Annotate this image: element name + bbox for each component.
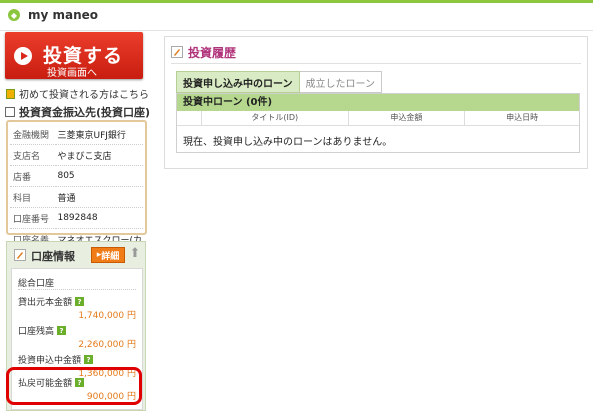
help-icon[interactable]: ?	[75, 297, 85, 306]
play-icon	[14, 47, 32, 65]
help-icon[interactable]: ?	[84, 355, 94, 364]
pencil-icon	[14, 249, 26, 261]
divider	[18, 289, 136, 290]
highlight-annotation	[6, 367, 142, 405]
account-item-text: 口座残高	[18, 327, 55, 337]
top-bar: ◆ my maneo	[0, 0, 593, 31]
square-icon	[5, 107, 15, 117]
history-tabs: 投資申し込み中のローン 成立したローン	[176, 71, 382, 93]
first-time-link[interactable]: 初めて投資される方はこちら	[6, 86, 149, 101]
account-item-label: 貸出元本金額?	[18, 295, 85, 308]
account-item-amount: 1,740,000 円	[78, 311, 136, 321]
column-header	[177, 111, 201, 125]
bank-row-value: やまびこ支店	[56, 144, 143, 166]
bank-row-value: 805	[56, 165, 143, 187]
column-header: 申込日時	[464, 111, 579, 125]
bank-row-value: 普通	[56, 186, 143, 208]
investment-history-panel: 投資履歴 投資申し込み中のローン 成立したローン 投資中ローン (0件) タイト…	[164, 36, 588, 169]
column-header: 申込金額	[347, 111, 465, 125]
bank-row-key: 科目	[10, 186, 57, 208]
first-time-link-label: 初めて投資される方はこちら	[19, 90, 149, 101]
detail-button[interactable]: ▸ 詳細	[91, 247, 125, 263]
loan-table-caption: 投資中ローン (0件)	[177, 94, 579, 111]
tab-pending-loans[interactable]: 投資申し込み中のローン	[176, 71, 300, 93]
beginner-mark-icon	[6, 88, 15, 99]
account-item-label: 口座残高?	[18, 324, 67, 337]
detail-button-label: 詳細	[101, 251, 120, 262]
bank-row-key: 口座番号	[10, 207, 57, 229]
deposit-title: 投資資金振込先(投資口座)	[5, 104, 150, 120]
bank-row-key: 店番	[10, 165, 57, 187]
account-item-text: 貸出元本金額	[18, 298, 73, 308]
account-item-text: 投資申込中金額	[18, 356, 82, 366]
deposit-title-label: 投資資金振込先(投資口座)	[19, 106, 151, 119]
tab-completed-loans[interactable]: 成立したローン	[299, 71, 382, 93]
brand[interactable]: ◆ my maneo	[8, 8, 98, 22]
bank-row-key: 金融機関	[10, 124, 57, 145]
invest-button-sublabel: 投資画面へ	[47, 68, 97, 79]
bank-row: 金融機関 三菱東京UFJ銀行	[10, 124, 143, 145]
help-icon[interactable]: ?	[57, 326, 67, 335]
account-item-label: 投資申込中金額?	[18, 353, 94, 366]
column-header: タイトル(ID)	[200, 111, 348, 125]
bank-row: 口座番号 1892848	[10, 207, 143, 229]
bank-info-box: 金融機関 三菱東京UFJ銀行 支店名 やまびこ支店 店番 805 科目 普通 口座番号 1…	[6, 120, 147, 250]
loan-table: 投資中ローン (0件) タイトル(ID) 申込金額 申込日時 現在、投資申し込み…	[176, 93, 580, 153]
empty-message: 現在、投資申し込み中のローンはありません。	[183, 137, 393, 148]
arrow-up-icon[interactable]: ⬆	[128, 246, 142, 262]
invest-button[interactable]: 投資する 投資画面へ	[5, 32, 143, 79]
bank-row-value: 1892848	[56, 207, 143, 229]
bank-row: 支店名 やまびこ支店	[10, 144, 143, 166]
bank-row-key: 支店名	[10, 144, 57, 166]
history-header: 投資履歴	[171, 41, 581, 64]
brand-dot-icon: ◆	[8, 9, 20, 21]
account-info-title: 口座情報	[31, 250, 75, 263]
history-title: 投資履歴	[188, 45, 237, 60]
bank-row-value: 三菱東京UFJ銀行	[56, 124, 143, 145]
accent-stripe	[0, 0, 593, 3]
brand-label: my maneo	[28, 8, 99, 22]
pencil-icon	[171, 46, 183, 58]
bank-row: 科目 普通	[10, 186, 143, 208]
bank-info-table: 金融機関 三菱東京UFJ銀行 支店名 やまびこ支店 店番 805 科目 普通 口座番号 1…	[10, 124, 143, 250]
account-info-header: 口座情報 ▸ 詳細 ⬆	[7, 242, 145, 266]
summary-title: 総合口座	[18, 279, 55, 289]
account-item-amount: 2,260,000 円	[78, 340, 136, 350]
bank-row: 店番 805	[10, 165, 143, 187]
loan-table-header: タイトル(ID) 申込金額 申込日時	[177, 111, 579, 126]
